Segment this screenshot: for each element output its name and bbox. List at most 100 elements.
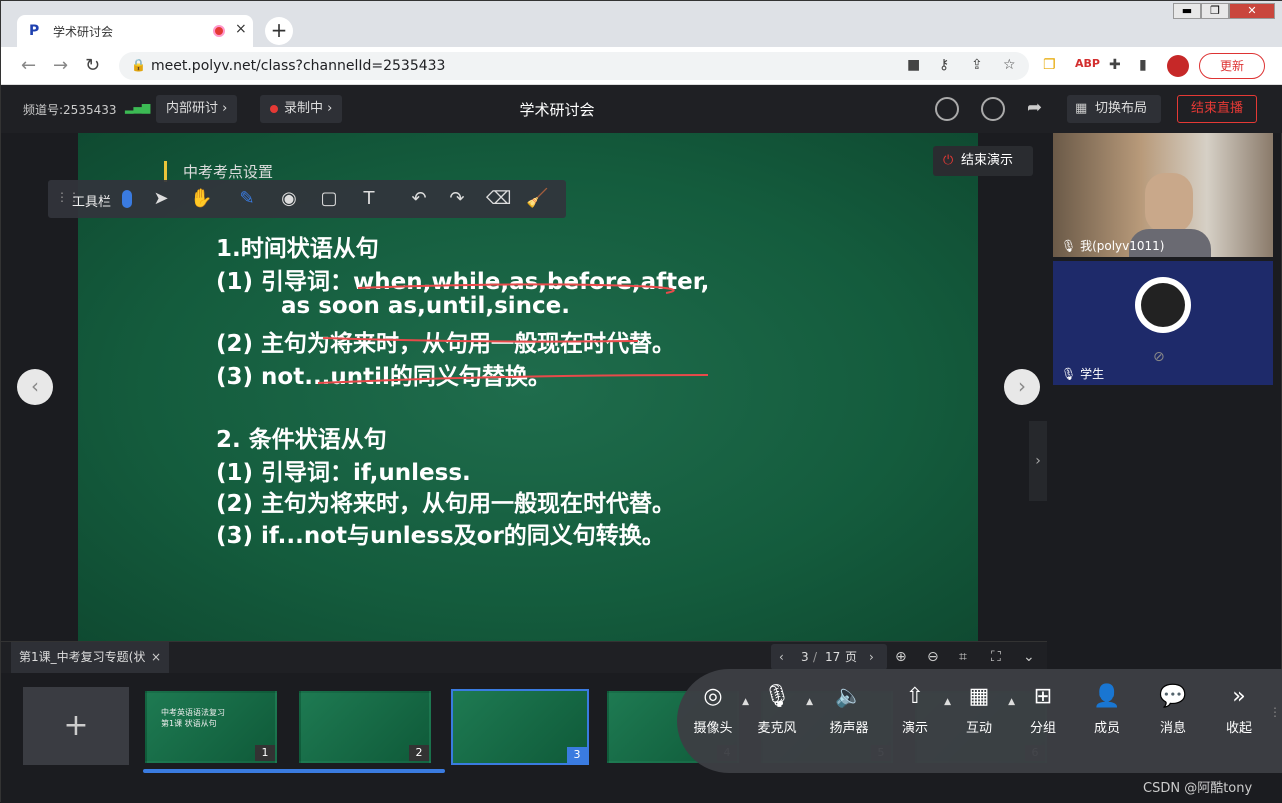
back-icon[interactable]: ← [21, 55, 36, 76]
polyv-logo-icon: P [29, 23, 40, 39]
update-button[interactable]: 更新 [1199, 53, 1265, 79]
camera-button[interactable]: ◎ 摄像头 ▲ [683, 683, 749, 736]
microphone-icon: 🎙 [763, 684, 791, 709]
collapse-panel-icon[interactable]: › [1029, 421, 1047, 501]
participant-face [1145, 173, 1193, 233]
select-pointer-icon[interactable]: ➤ [150, 188, 172, 210]
side-panel-icon[interactable]: ▮ [1139, 57, 1147, 73]
toolbar-label: 工具栏 [72, 195, 112, 210]
extension-copy-icon[interactable]: ❐ [1043, 57, 1056, 73]
collapse-thumbs-icon[interactable]: ⌄ [1023, 649, 1035, 665]
power-icon: ⏻ [943, 153, 954, 168]
add-slide-button[interactable]: + [23, 687, 129, 765]
page-separator: / [813, 650, 818, 664]
mic-options-icon[interactable]: ▲ [806, 697, 813, 707]
speaker-label: 扬声器 [829, 721, 869, 736]
new-tab-button[interactable]: + [265, 17, 293, 45]
switch-layout-label: 切换布局 [1095, 101, 1148, 116]
page-current[interactable]: 3 [801, 644, 809, 670]
video-name-self: 🎙 我(polyv1011) [1061, 237, 1164, 254]
end-presentation-label: 结束演示 [961, 153, 1014, 168]
recording-icon [213, 25, 225, 37]
text-icon[interactable]: T [358, 188, 380, 210]
message-label: 消息 [1159, 721, 1186, 736]
microphone-label: 麦克风 [757, 721, 797, 736]
video-tile-student[interactable]: ⊘ 🎙 学生 [1053, 261, 1273, 385]
url-text: meet.polyv.net/class?channelId=2535433 [151, 58, 446, 74]
speaker-icon: 🔈 [835, 684, 863, 709]
camera-label: 摄像头 [693, 721, 733, 736]
microphone-button[interactable]: 🎙 麦克风 ▲ [747, 683, 813, 736]
hand-icon[interactable]: ✋ [190, 188, 212, 210]
dock-drag-handle-icon[interactable]: ⋮ [1269, 705, 1281, 719]
present-button[interactable]: ⇧ 演示 ▲ [885, 683, 951, 736]
url-field[interactable]: 🔒 meet.polyv.net/class?channelId=2535433 [119, 52, 1029, 80]
video-name-label: 我(polyv1011) [1080, 239, 1165, 253]
reload-icon[interactable]: ↻ [85, 55, 100, 76]
next-slide-button[interactable]: › [1004, 369, 1040, 405]
playback-icon[interactable] [935, 97, 959, 121]
present-label: 演示 [901, 721, 928, 736]
members-label: 成员 [1093, 721, 1120, 736]
collapse-dock-button[interactable]: » 收起 [1209, 683, 1269, 736]
zoom-out-icon[interactable]: ⊖ [927, 649, 939, 665]
slide-thumb[interactable]: 中考英语语法复习 第1课 状语从句 1 [145, 691, 277, 763]
share-icon[interactable]: ⇪ [971, 57, 983, 73]
collapse-label: 收起 [1225, 721, 1252, 736]
prev-slide-button[interactable]: ‹ [17, 369, 53, 405]
page-next-icon[interactable]: › [869, 644, 874, 670]
members-button[interactable]: 👤 成员 [1077, 683, 1137, 736]
fit-width-icon[interactable]: ⌗ [959, 649, 967, 665]
share-arrow-icon[interactable]: ➦ [1027, 97, 1042, 118]
pen-icon[interactable]: ✎ [236, 188, 258, 210]
group-button[interactable]: ⊞ 分组 [1013, 683, 1073, 736]
end-presentation-button[interactable]: ⏻ 结束演示 [933, 146, 1033, 176]
chat-icon: 💬 [1159, 684, 1187, 709]
slide-thumb-selected[interactable]: 3 [451, 689, 589, 765]
interact-button[interactable]: ▦ 互动 ▲ [949, 683, 1015, 736]
eraser-icon[interactable]: ⌫ [486, 188, 511, 210]
undo-icon[interactable]: ↶ [408, 188, 430, 210]
slide-thumb[interactable]: 2 [299, 691, 431, 763]
toolbar-toggle[interactable] [122, 190, 132, 208]
tab-title: 学术研讨会 [53, 25, 114, 39]
app-header: 频道号:2535433 ▂▄▆ 内部研讨 › 录制中 › 学术研讨会 ➦ ▦ 切… [1, 85, 1282, 133]
end-live-button[interactable]: 结束直播 [1177, 95, 1257, 123]
document-close-icon[interactable]: × [151, 642, 161, 673]
zoom-in-icon[interactable]: ⊕ [895, 649, 907, 665]
video-name-student: 🎙 学生 [1061, 365, 1104, 382]
tab-close-icon[interactable]: × [235, 21, 247, 37]
browser-tab[interactable]: P 学术研讨会 × [17, 15, 253, 47]
video-tile-self[interactable]: 🎙 我(polyv1011) [1053, 133, 1273, 257]
document-tab[interactable]: 第1课_中考复习专题(状 × [11, 642, 169, 673]
thumb-text: 中考英语语法复习 第1课 状语从句 [161, 708, 225, 728]
maximize-button[interactable]: ❐ [1201, 3, 1229, 19]
browser-window: P 学术研讨会 × + ▬ ❐ ✕ ← → ↻ 🔒 meet.polyv.net… [0, 0, 1282, 803]
circle-icon[interactable]: ◉ [278, 188, 300, 210]
mic-icon: 🎙 [1061, 239, 1077, 253]
video-name-label: 学生 [1080, 367, 1105, 381]
fullscreen-icon[interactable]: ⛶ [991, 649, 1001, 665]
switch-layout-button[interactable]: ▦ 切换布局 [1067, 95, 1161, 123]
bookmark-star-icon[interactable]: ☆ [1003, 57, 1016, 73]
key-icon[interactable]: ⚷ [939, 57, 949, 73]
extensions-puzzle-icon[interactable]: ✚ [1109, 57, 1121, 73]
adblock-icon[interactable]: ABP [1075, 57, 1100, 70]
thumb-scroll-indicator[interactable] [143, 769, 445, 773]
clear-brush-icon[interactable]: 🧹 [526, 188, 548, 210]
close-window-button[interactable]: ✕ [1229, 3, 1275, 19]
profile-avatar-icon[interactable] [1167, 55, 1189, 77]
tab-bar: P 学术研讨会 × + ▬ ❐ ✕ [1, 1, 1282, 47]
minimize-button[interactable]: ▬ [1173, 3, 1201, 19]
page-navigator: ‹ 3 / 17 页 › [771, 644, 887, 670]
speaker-button[interactable]: 🔈 扬声器 [819, 683, 879, 736]
forward-icon[interactable]: → [53, 55, 68, 76]
thumb-number: 1 [255, 745, 275, 761]
double-chevron-icon: » [1232, 684, 1246, 709]
message-button[interactable]: 💬 消息 [1143, 683, 1203, 736]
redo-icon[interactable]: ↷ [446, 188, 468, 210]
camera-blocked-icon[interactable]: ■ [907, 57, 920, 73]
settings-gear-icon[interactable] [981, 97, 1005, 121]
page-prev-icon[interactable]: ‹ [779, 644, 784, 670]
rectangle-icon[interactable]: ▢ [318, 188, 340, 210]
